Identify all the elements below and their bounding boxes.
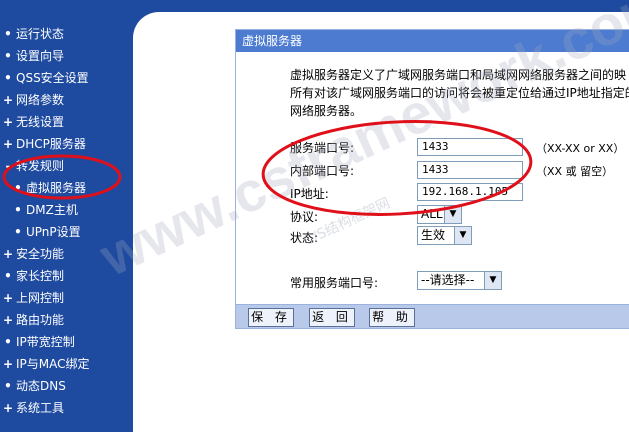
menu-item-setup-wizard[interactable]: • 设置向导 (0, 46, 133, 66)
bullet-icon: • (4, 27, 12, 41)
internal-port-label: 内部端口号: (290, 164, 355, 178)
menu-item-bandwidth[interactable]: • IP带宽控制 (0, 332, 133, 352)
bullet-icon: • (4, 335, 12, 349)
menu-item-label: 系统工具 (16, 401, 65, 415)
menu-item-label: DMZ主机 (26, 203, 78, 217)
menu-item-label: IP与MAC绑定 (16, 357, 90, 371)
button-bar: 保 存 返 回 帮 助 (236, 304, 629, 328)
expand-icon: + (3, 115, 14, 129)
menu-item-virtual-server[interactable]: • 虚拟服务器 (0, 178, 133, 198)
expand-icon: + (3, 93, 14, 107)
internal-port-hint: （XX 或 留空） (536, 165, 614, 178)
menu-item-label: 虚拟服务器 (26, 181, 87, 195)
ip-address-label: IP地址: (290, 187, 329, 201)
help-button[interactable]: 帮 助 (369, 308, 415, 327)
dropdown-arrow-icon: ▼ (484, 272, 501, 289)
bullet-icon: • (4, 49, 12, 63)
menu-item-forwarding[interactable]: - 转发规则 (0, 156, 133, 176)
menu-item-ddns[interactable]: • 动态DNS (0, 376, 133, 396)
menu-item-label: QSS安全设置 (16, 71, 89, 85)
menu-item-network[interactable]: + 网络参数 (0, 90, 133, 110)
protocol-value: ALL (421, 207, 443, 221)
collapse-icon: - (5, 159, 11, 173)
dropdown-arrow-icon: ▼ (454, 227, 471, 244)
menu-item-system-tools[interactable]: + 系统工具 (0, 398, 133, 418)
menu-item-label: 家长控制 (16, 269, 65, 283)
common-port-label: 常用服务端口号: (290, 276, 379, 290)
menu-item-run-status[interactable]: • 运行状态 (0, 24, 133, 44)
protocol-select[interactable]: ALL ▼ (417, 205, 462, 224)
menu-item-label: 安全功能 (16, 247, 65, 261)
menu-item-parental[interactable]: • 家长控制 (0, 266, 133, 286)
service-port-input[interactable]: 1433 (417, 138, 523, 156)
menu-item-label: 动态DNS (16, 379, 66, 393)
menu-item-ip-mac[interactable]: + IP与MAC绑定 (0, 354, 133, 374)
internal-port-input[interactable]: 1433 (417, 161, 523, 179)
status-select[interactable]: 生效 ▼ (417, 226, 472, 245)
service-port-hint: （XX-XX or XX） (536, 142, 625, 155)
expand-icon: + (3, 137, 14, 151)
menu-item-security[interactable]: + 安全功能 (0, 244, 133, 264)
virtual-server-panel: 虚拟服务器 虚拟服务器定义了广域网服务端口和局域网网络服务器之间的映 所有对该广… (235, 29, 629, 329)
menu-item-label: 网络参数 (16, 93, 65, 107)
save-button[interactable]: 保 存 (248, 308, 294, 327)
expand-icon: + (3, 291, 14, 305)
menu-item-upnp[interactable]: • UPnP设置 (0, 222, 133, 242)
menu-item-label: 转发规则 (16, 159, 65, 173)
bullet-icon: • (4, 379, 12, 393)
menu-item-label: UPnP设置 (26, 225, 81, 239)
menu-item-label: 路由功能 (16, 313, 65, 327)
description-line: 网络服务器。 (290, 104, 363, 118)
expand-icon: + (3, 247, 14, 261)
menu-item-label: 无线设置 (16, 115, 65, 129)
bullet-icon: • (4, 269, 12, 283)
description-line: 所有对该广域网服务端口的访问将会被重定位给通过IP地址指定的 (290, 86, 629, 100)
bullet-icon: • (14, 225, 22, 239)
bullet-icon: • (14, 203, 22, 217)
menu-item-dhcp[interactable]: + DHCP服务器 (0, 134, 133, 154)
status-value: 生效 (421, 228, 446, 242)
expand-icon: + (3, 313, 14, 327)
service-port-label: 服务端口号: (290, 141, 355, 155)
sidebar-menu: • 运行状态 • 设置向导 • QSS安全设置 + 网络参数 + 无线设置 + DHCP服务… (0, 0, 133, 417)
menu-item-routing[interactable]: + 路由功能 (0, 310, 133, 330)
description-line: 虚拟服务器定义了广域网服务端口和局域网网络服务器之间的映 (290, 68, 627, 82)
menu-item-label: IP带宽控制 (16, 335, 75, 349)
dropdown-arrow-icon: ▼ (444, 206, 461, 223)
panel-title: 虚拟服务器 (236, 30, 629, 52)
common-port-select[interactable]: --请选择-- ▼ (417, 271, 502, 290)
menu-item-qss[interactable]: • QSS安全设置 (0, 68, 133, 88)
menu-item-access-control[interactable]: + 上网控制 (0, 288, 133, 308)
status-label: 状态: (290, 231, 319, 245)
menu-item-label: DHCP服务器 (16, 137, 86, 151)
menu-item-wireless[interactable]: + 无线设置 (0, 112, 133, 132)
bullet-icon: • (14, 181, 22, 195)
menu-item-label: 上网控制 (16, 291, 65, 305)
protocol-label: 协议: (290, 210, 319, 224)
menu-item-dmz[interactable]: • DMZ主机 (0, 200, 133, 220)
bullet-icon: • (4, 71, 12, 85)
expand-icon: + (3, 357, 14, 371)
common-port-value: --请选择-- (421, 273, 475, 287)
menu-item-label: 设置向导 (16, 49, 65, 63)
back-button[interactable]: 返 回 (309, 308, 355, 327)
menu-item-label: 运行状态 (16, 27, 65, 41)
expand-icon: + (3, 401, 14, 415)
ip-address-input[interactable]: 192.168.1.105 (417, 183, 523, 201)
